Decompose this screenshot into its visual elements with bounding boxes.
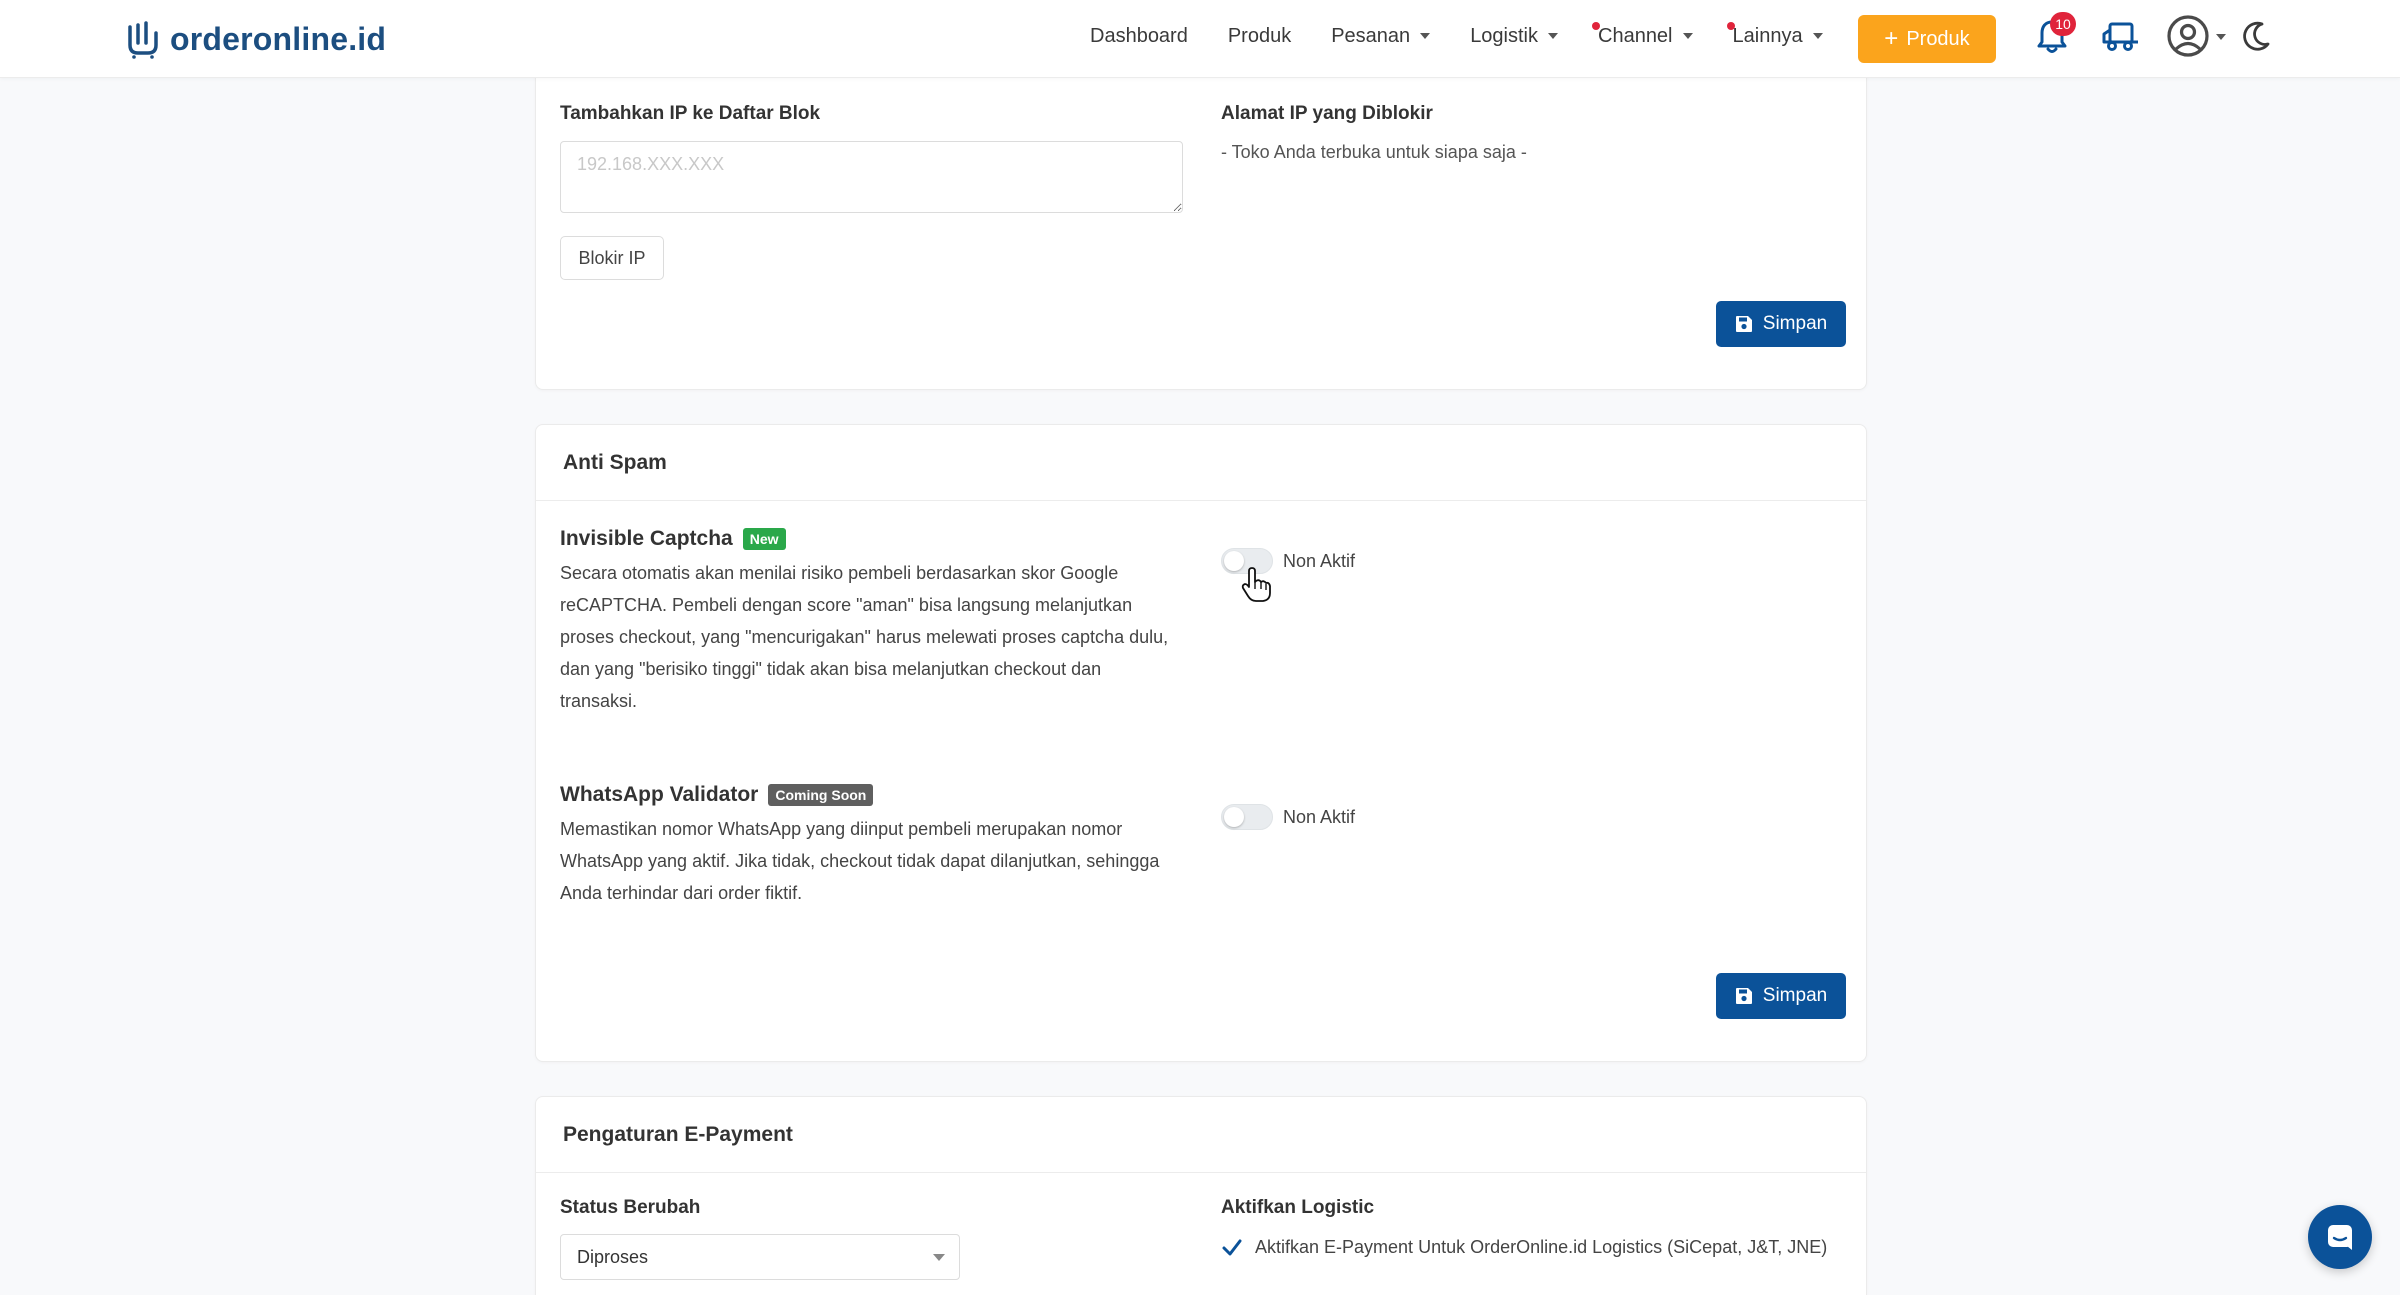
status-label: Status Berubah (560, 1197, 701, 1218)
nav-dashboard[interactable]: Dashboard (1090, 25, 1188, 48)
nav-label: Channel (1598, 24, 1673, 47)
add-ip-label: Tambahkan IP ke Daftar Blok (560, 103, 821, 124)
notification-dot (1592, 21, 1600, 30)
nav-label: Logistik (1470, 24, 1538, 47)
brand-hand-icon (128, 21, 158, 59)
brand-logo[interactable]: orderonline.id (124, 18, 386, 60)
captcha-title-row: Invisible Captcha New (560, 527, 786, 551)
nav-label: Produk (1227, 24, 1292, 47)
epayment-card: Pengaturan E-Payment Status Berubah Dipr… (535, 1096, 1867, 1295)
notification-dot (1726, 21, 1735, 30)
captcha-description: Secara otomatis akan menilai risiko pemb… (560, 563, 1169, 711)
anti-spam-card: Anti Spam Invisible Captcha New Secara o… (535, 424, 1867, 1062)
moon-icon[interactable] (2240, 16, 2274, 56)
hand-cursor-icon (1241, 567, 1271, 602)
nav-channel[interactable]: Channel (1592, 21, 1693, 48)
truck-icon[interactable] (2100, 16, 2142, 56)
chevron-down-icon (1548, 33, 1558, 39)
top-navbar: orderonline.id Dashboard Produk Pesanan … (0, 0, 2400, 78)
status-select[interactable]: Diproses (560, 1234, 960, 1280)
chevron-down-icon (1812, 33, 1823, 39)
brand-name: orderonline.id (170, 20, 387, 57)
anti-spam-title: Anti Spam (536, 425, 1866, 501)
logistic-label: Aktifkan Logistic (1221, 1197, 1375, 1218)
chevron-down-icon (1420, 33, 1431, 39)
ip-address-input[interactable] (560, 141, 1183, 213)
main-nav: Dashboard Produk Pesanan Logistik Channe… (1090, 0, 1863, 72)
plus-icon: + (1884, 25, 1899, 52)
chat-launcher-button[interactable] (2308, 1205, 2372, 1269)
whatsapp-switch[interactable] (1221, 804, 1273, 830)
checkmark-icon[interactable] (1221, 1237, 1243, 1259)
chat-icon (2328, 1225, 2352, 1250)
block-ip-button[interactable]: Blokir IP (560, 236, 664, 280)
nav-produk[interactable]: Produk (1228, 25, 1291, 48)
user-icon[interactable] (2166, 14, 2210, 58)
captcha-title: Invisible Captcha (560, 527, 733, 550)
whatsapp-title-row: WhatsApp Validator Coming Soon (560, 783, 874, 807)
nav-pesanan[interactable]: Pesanan (1331, 24, 1431, 48)
user-menu-chevron-icon[interactable] (2216, 34, 2226, 40)
add-product-button[interactable]: + Produk (1858, 15, 1996, 63)
whatsapp-description: Memastikan nomor WhatsApp yang diinput p… (560, 819, 1160, 903)
logistic-checkbox[interactable]: Aktifkan E-Payment Untuk OrderOnline.id … (1221, 1235, 1841, 1260)
whatsapp-title: WhatsApp Validator (560, 783, 759, 806)
whatsapp-toggle[interactable]: Non Aktif (1221, 804, 1355, 830)
nav-label: Pesanan (1331, 24, 1411, 47)
save-anti-spam-button[interactable]: Simpan (1716, 973, 1846, 1019)
logistic-checkbox-label: Aktifkan E-Payment Untuk OrderOnline.id … (1255, 1237, 1828, 1257)
chevron-down-icon (1682, 33, 1693, 39)
ip-block-card: Tambahkan IP ke Daftar Blok Blokir IP Al… (535, 40, 1867, 390)
save-label: Simpan (1762, 313, 1828, 334)
notification-count-badge: 10 (2050, 12, 2076, 36)
add-product-label: Produk (1906, 27, 1970, 50)
coming-soon-badge: Coming Soon (768, 784, 874, 806)
save-label: Simpan (1762, 985, 1828, 1006)
blocked-ip-empty-text: - Toko Anda terbuka untuk siapa saja - (1221, 142, 1527, 162)
nav-logistik[interactable]: Logistik (1470, 25, 1558, 48)
captcha-status-label: Non Aktif (1283, 550, 1356, 571)
status-select-value: Diproses (577, 1246, 649, 1267)
blocked-ip-label: Alamat IP yang Diblokir (1221, 103, 1433, 124)
save-icon (1735, 316, 1752, 332)
save-ip-button[interactable]: Simpan (1716, 301, 1846, 347)
chevron-down-icon (933, 1254, 945, 1261)
epayment-title: Pengaturan E-Payment (536, 1097, 1866, 1173)
nav-lainnya[interactable]: Lainnya (1726, 21, 1823, 48)
nav-label: Lainnya (1732, 24, 1803, 47)
new-badge: New (742, 528, 786, 550)
save-icon (1735, 988, 1752, 1004)
nav-label: Dashboard (1090, 24, 1188, 47)
whatsapp-status-label: Non Aktif (1283, 806, 1356, 827)
